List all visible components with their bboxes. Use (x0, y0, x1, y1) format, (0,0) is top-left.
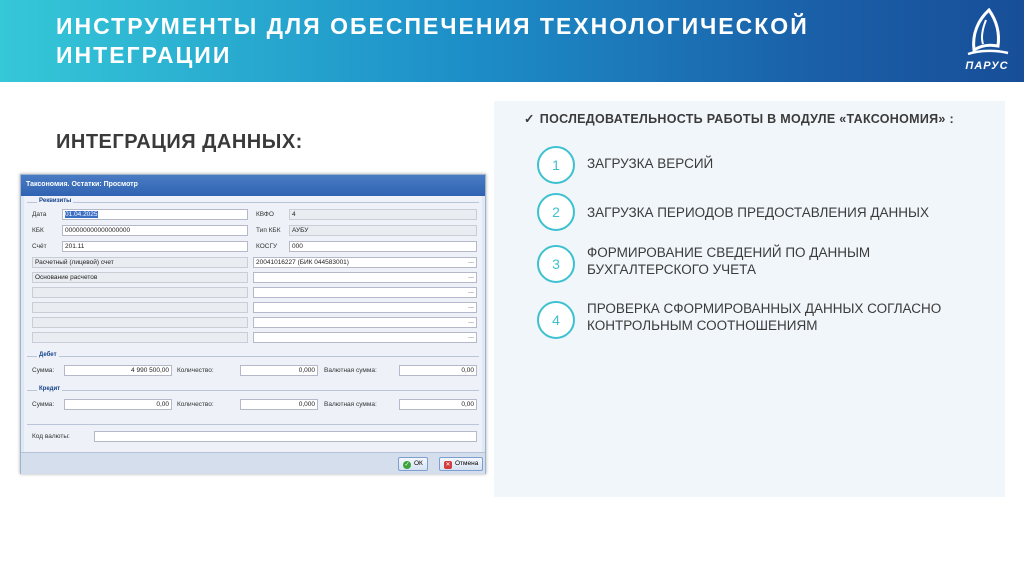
kbk-field[interactable]: 000000000000000000 (62, 225, 248, 236)
tip-kbk-label: Тип КБК (256, 227, 281, 234)
step-text-1: ЗАГРУЗКА ВЕРСИЙ (587, 156, 714, 171)
step-number-2: 2 (537, 193, 575, 231)
steps-panel: ✓ ПОСЛЕДОВАТЕЛЬНОСТЬ РАБОТЫ В МОДУЛЕ «ТАК… (494, 101, 1005, 497)
window-body: Реквизиты Дата 01.04.2025 КВФО 4 КБК 000… (24, 196, 482, 452)
empty-label-box (32, 332, 248, 343)
debit-sum-field[interactable]: 4 990 500,00 (64, 365, 172, 376)
step-text-3: ФОРМИРОВАНИЕ СВЕДЕНИЙ ПО ДАННЫМ БУХГАЛТЕ… (587, 245, 871, 277)
account-picker-button[interactable]: ... (468, 258, 474, 265)
basis-field[interactable]: ... (253, 272, 477, 283)
credit-cur-field[interactable]: 0,00 (399, 399, 477, 410)
debit-legend: Дебет (37, 352, 59, 358)
parus-logo: ПАРУС (956, 6, 1018, 78)
empty-label-box (32, 287, 248, 298)
currency-code-label: Код валюты: (32, 433, 70, 440)
debit-qty-label: Количество: (177, 367, 214, 374)
currency-code-field[interactable] (94, 431, 477, 442)
credit-legend: Кредит (37, 386, 63, 392)
check-icon: ✓ (403, 461, 411, 469)
debit-cur-label: Валютная сумма: (324, 367, 377, 374)
basis-picker-button[interactable]: ... (468, 273, 474, 280)
debit-cur-field[interactable]: 0,00 (399, 365, 477, 376)
picker-button[interactable]: ... (468, 318, 474, 325)
debit-sum-label: Сумма: (32, 367, 55, 374)
date-label: Дата (32, 211, 47, 218)
step-text-2: ЗАГРУЗКА ПЕРИОДОВ ПРЕДОСТАВЛЕНИЯ ДАННЫХ (587, 205, 929, 220)
panel-heading-text: ПОСЛЕДОВАТЕЛЬНОСТЬ РАБОТЫ В МОДУЛЕ «ТАКС… (539, 112, 954, 126)
picker-button[interactable]: ... (468, 333, 474, 340)
debit-qty-field[interactable]: 0,000 (240, 365, 318, 376)
step-number-4: 4 (537, 301, 575, 339)
credit-qty-label: Количество: (177, 401, 214, 408)
kvfo-label: КВФО (256, 211, 274, 218)
empty-field[interactable]: ... (253, 287, 477, 298)
logo-text: ПАРУС (965, 60, 1009, 72)
kosgu-field[interactable]: 000 (289, 241, 477, 252)
step-number-1: 1 (537, 146, 575, 184)
credit-sum-field[interactable]: 0,00 (64, 399, 172, 410)
sail-logo-icon (967, 7, 1009, 56)
account-label-box: Расчетный (лицевой) счет (32, 257, 248, 268)
kosgu-label: КОСГУ (256, 243, 278, 250)
account-field[interactable]: 20041016227 (БИК 044583001)... (253, 257, 477, 268)
empty-field[interactable]: ... (253, 332, 477, 343)
page-title: ИНСТРУМЕНТЫ ДЛЯ ОБЕСПЕЧЕНИЯ ТЕХНОЛОГИЧЕС… (56, 13, 809, 68)
window-title: Таксономия. Остатки: Просмотр (21, 175, 485, 196)
date-field[interactable]: 01.04.2025 (62, 209, 248, 220)
step-number-3: 3 (537, 245, 575, 283)
credit-cur-label: Валютная сумма: (324, 401, 377, 408)
empty-field[interactable]: ... (253, 302, 477, 313)
tip-kbk-field[interactable]: АУБУ (289, 225, 477, 236)
schet-field[interactable]: 201.11 (62, 241, 248, 252)
cancel-button[interactable]: ✕ Отмена (439, 457, 484, 471)
step-text-4: ПРОВЕРКА СФОРМИРОВАННЫХ ДАННЫХ СОГЛАСНО … (587, 301, 942, 333)
header-band: ИНСТРУМЕНТЫ ДЛЯ ОБЕСПЕЧЕНИЯ ТЕХНОЛОГИЧЕС… (0, 0, 1024, 82)
kbk-label: КБК (32, 227, 44, 234)
empty-label-box (32, 302, 248, 313)
schet-label: Счёт (32, 243, 47, 250)
kvfo-field[interactable]: 4 (289, 209, 477, 220)
picker-button[interactable]: ... (468, 303, 474, 310)
basis-label-box: Основание расчетов (32, 272, 248, 283)
taxonomy-window: Таксономия. Остатки: Просмотр Реквизиты … (20, 174, 486, 474)
empty-field[interactable]: ... (253, 317, 477, 328)
checkmark-icon: ✓ (524, 112, 535, 126)
window-footer: ✓ ОК ✕ Отмена (21, 452, 485, 474)
credit-sum-label: Сумма: (32, 401, 55, 408)
section-subtitle: ИНТЕГРАЦИЯ ДАННЫХ: (56, 131, 303, 153)
credit-qty-field[interactable]: 0,000 (240, 399, 318, 410)
close-icon: ✕ (444, 461, 452, 469)
requisites-legend: Реквизиты (37, 198, 74, 204)
picker-button[interactable]: ... (468, 288, 474, 295)
empty-label-box (32, 317, 248, 328)
ok-button[interactable]: ✓ ОК (398, 457, 428, 471)
panel-heading: ✓ ПОСЛЕДОВАТЕЛЬНОСТЬ РАБОТЫ В МОДУЛЕ «ТАК… (524, 111, 954, 126)
